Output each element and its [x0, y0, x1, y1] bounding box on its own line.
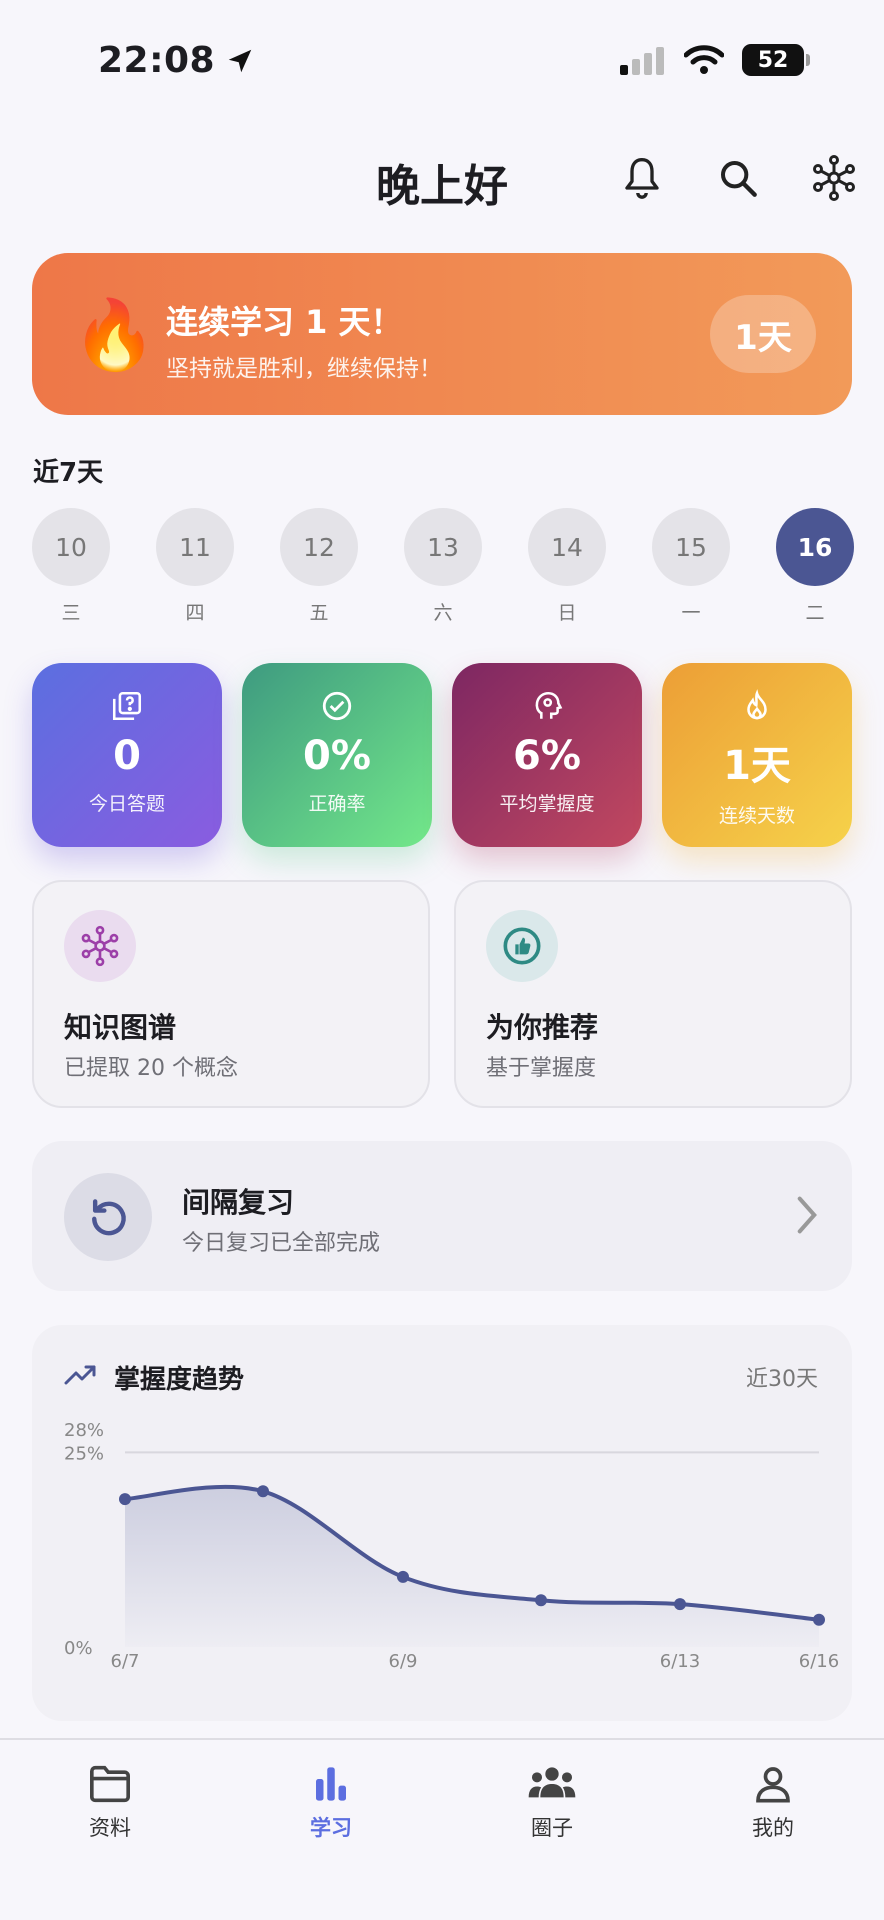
stat-label: 正确率 — [308, 793, 366, 815]
feature-title: 为你推荐 — [486, 1011, 599, 1044]
flame-icon: 🔥 — [72, 296, 157, 375]
review-subtitle: 今日复习已全部完成 — [182, 1231, 381, 1256]
tab-circles[interactable]: 圈子 — [492, 1764, 612, 1842]
tab-me[interactable]: 我的 — [713, 1764, 833, 1842]
question-stack-icon — [110, 689, 144, 723]
day-item[interactable]: 16 二 — [776, 508, 854, 625]
refresh-icon — [64, 1173, 152, 1261]
battery-icon: 52 — [742, 44, 810, 76]
streak-subtitle: 坚持就是胜利，继续保持！ — [166, 356, 442, 382]
stat-label: 平均掌握度 — [499, 793, 595, 815]
status-time: 22:08 — [98, 40, 255, 81]
tab-study[interactable]: 学习 — [271, 1764, 391, 1842]
y-tick-label: 0% — [64, 1638, 93, 1659]
feature-subtitle: 已提取 20 个概念 — [64, 1056, 238, 1081]
stat-card-mastery[interactable]: 6% 平均掌握度 — [452, 663, 642, 847]
mastery-trend-card: 掌握度趋势 近30天 28% 25% 0% 6/7 6/9 6/13 6/16 — [32, 1325, 852, 1721]
stat-value: 6% — [513, 733, 581, 779]
x-tick-label: 6/7 — [111, 1651, 140, 1672]
day-weekday: 一 — [681, 602, 701, 624]
tab-label: 圈子 — [531, 1816, 573, 1840]
day-date: 13 — [404, 508, 482, 586]
trend-point — [257, 1485, 269, 1498]
day-item[interactable]: 12 五 — [280, 508, 358, 625]
day-date: 14 — [528, 508, 606, 586]
status-time-text: 22:08 — [98, 40, 216, 81]
stat-card-today-questions[interactable]: 0 今日答题 — [32, 663, 222, 847]
feature-subtitle: 基于掌握度 — [486, 1056, 597, 1081]
streak-banner[interactable]: 🔥 连续学习 1 天！ 坚持就是胜利，继续保持！ 1天 — [32, 253, 852, 415]
day-item[interactable]: 14 日 — [528, 508, 606, 625]
day-weekday: 日 — [557, 602, 577, 624]
review-title: 间隔复习 — [182, 1186, 295, 1219]
stat-value: 0 — [113, 733, 141, 779]
stat-card-streak[interactable]: 1天 连续天数 — [662, 663, 852, 847]
location-arrow-icon — [228, 49, 252, 72]
folder-icon — [90, 1765, 130, 1803]
day-date: 10 — [32, 508, 110, 586]
feature-title: 知识图谱 — [64, 1011, 177, 1044]
check-circle-icon — [320, 689, 354, 723]
day-item[interactable]: 10 三 — [32, 508, 110, 625]
day-item[interactable]: 15 一 — [652, 508, 730, 625]
tab-label: 我的 — [752, 1816, 794, 1840]
y-tick-label: 28% — [64, 1420, 104, 1441]
bar-chart-icon — [316, 1767, 346, 1801]
thumbs-up-icon — [486, 910, 558, 982]
trend-point — [813, 1613, 825, 1626]
tab-materials[interactable]: 资料 — [50, 1764, 170, 1842]
day-weekday: 六 — [433, 602, 453, 624]
stat-value: 0% — [303, 733, 371, 779]
day-item[interactable]: 11 四 — [156, 508, 234, 625]
wifi-icon — [684, 45, 724, 74]
recommendation-card[interactable]: 为你推荐 基于掌握度 — [454, 880, 852, 1108]
chevron-right-icon — [796, 1195, 818, 1239]
bottom-tab-bar: 资料 学习 圈子 我的 — [0, 1738, 884, 1920]
day-weekday: 五 — [309, 602, 329, 624]
x-tick-label: 6/13 — [660, 1651, 700, 1672]
x-tick-label: 6/16 — [799, 1651, 839, 1672]
stat-label: 连续天数 — [718, 805, 795, 827]
tab-label: 资料 — [89, 1816, 131, 1840]
trend-point — [674, 1598, 686, 1611]
trend-point — [535, 1594, 547, 1607]
status-right: 52 — [620, 44, 810, 76]
day-item[interactable]: 13 六 — [404, 508, 482, 625]
knowledge-graph-icon — [64, 910, 136, 982]
spaced-review-card[interactable]: 间隔复习 今日复习已全部完成 — [32, 1141, 852, 1291]
x-tick-label: 6/9 — [389, 1651, 418, 1672]
trend-chart: 28%25% 0% 6/7 6/9 6/13 6/16 — [64, 1420, 839, 1672]
week-section-title: 近7天 — [33, 458, 104, 488]
notification-bell-icon[interactable] — [616, 152, 668, 204]
streak-days-pill: 1天 — [710, 295, 816, 373]
battery-level: 52 — [757, 47, 789, 73]
brain-head-icon — [530, 689, 564, 723]
stat-card-accuracy[interactable]: 0% 正确率 — [242, 663, 432, 847]
day-date: 12 — [280, 508, 358, 586]
knowledge-graph-card[interactable]: 知识图谱 已提取 20 个概念 — [32, 880, 430, 1108]
day-date: 15 — [652, 508, 730, 586]
tab-label: 学习 — [310, 1816, 352, 1840]
stat-value: 1天 — [723, 743, 791, 789]
day-weekday: 二 — [805, 602, 825, 624]
person-icon — [756, 1767, 790, 1803]
streak-title: 连续学习 1 天！ — [166, 303, 403, 341]
stat-label: 今日答题 — [88, 793, 165, 815]
trend-point — [397, 1570, 409, 1583]
cellular-signal-icon — [620, 47, 664, 75]
search-icon[interactable] — [712, 152, 764, 204]
knowledge-network-icon[interactable] — [808, 152, 860, 204]
group-icon — [528, 1767, 576, 1798]
trend-area — [125, 1486, 819, 1647]
y-tick-label: 25% — [64, 1443, 104, 1464]
day-date: 11 — [156, 508, 234, 586]
trend-point — [119, 1493, 131, 1506]
fire-icon — [740, 689, 774, 723]
day-date: 16 — [776, 508, 854, 586]
day-weekday: 三 — [61, 602, 81, 624]
day-weekday: 四 — [185, 602, 205, 624]
